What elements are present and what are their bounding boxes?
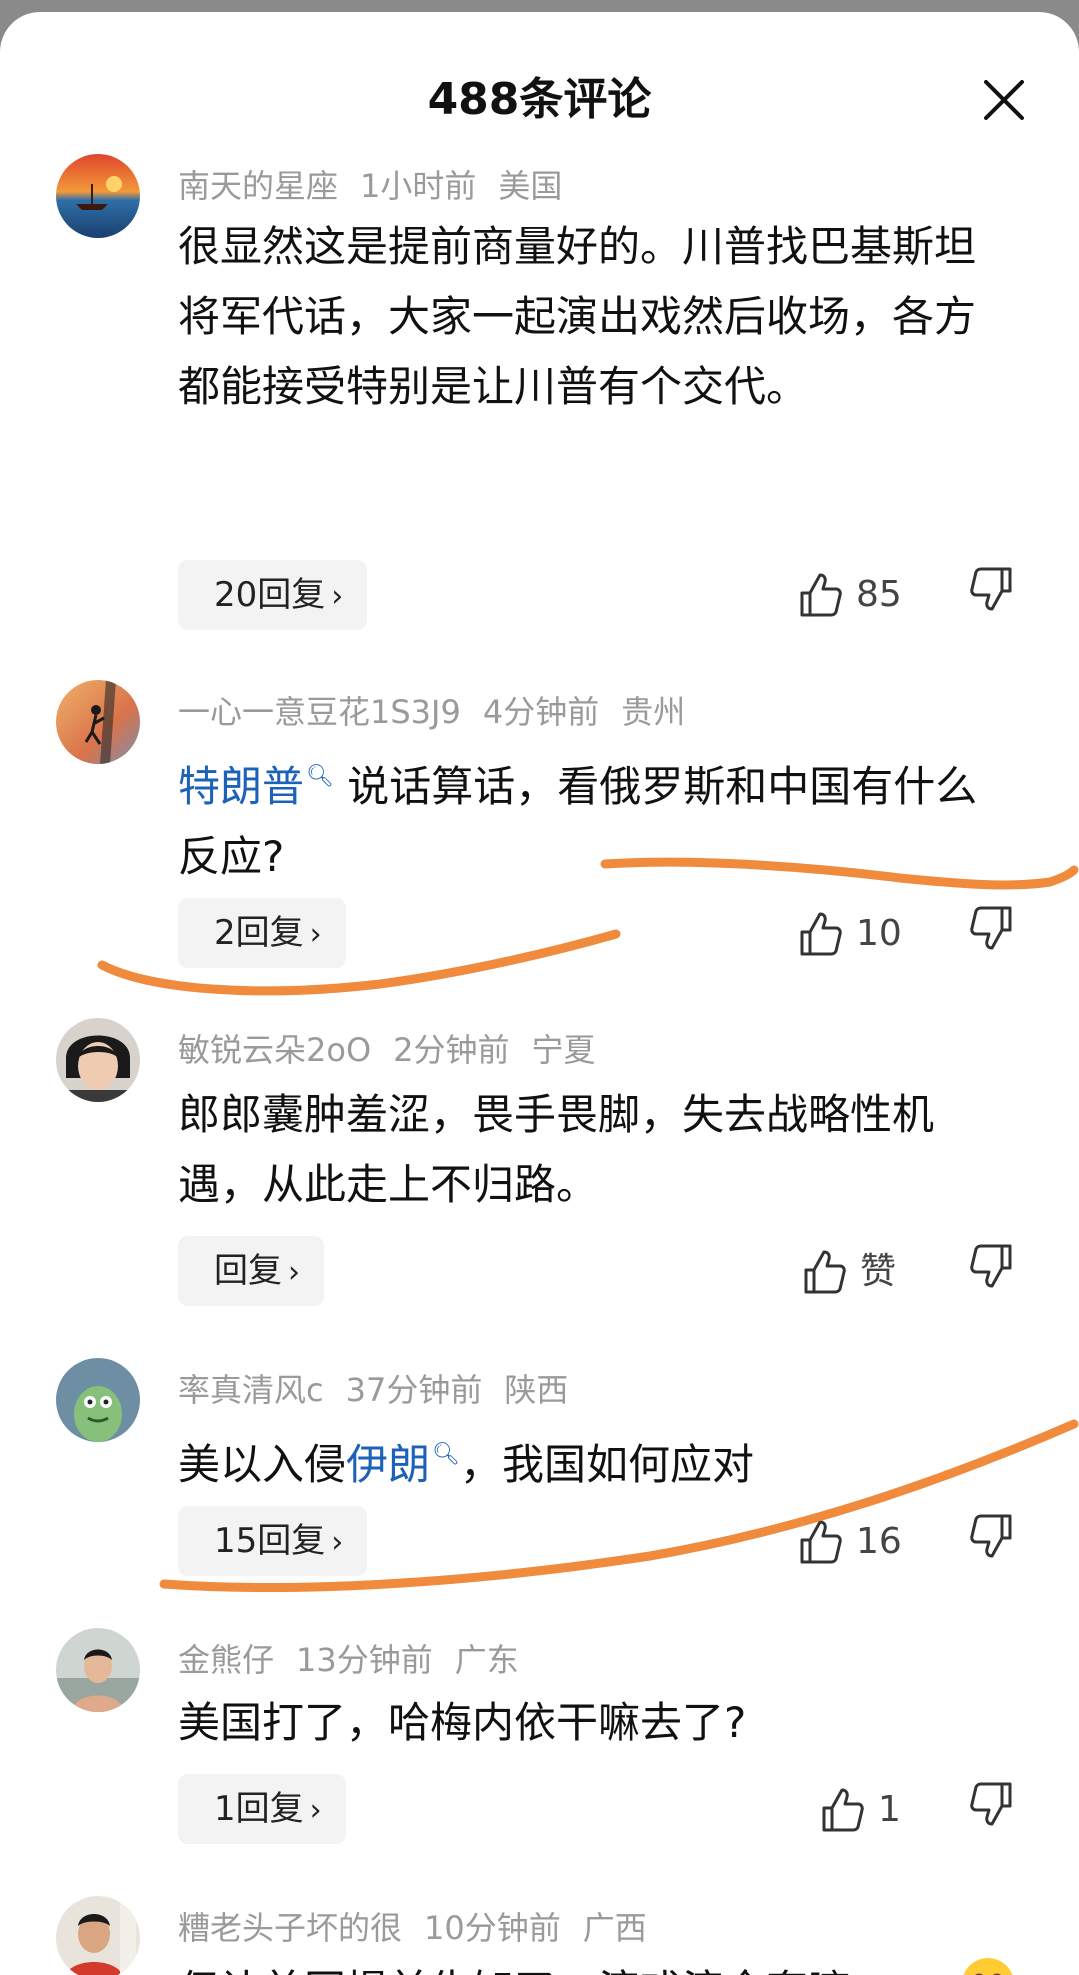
comment-text: 很显然这是提前商量好的。川普找巴基斯坦将军代话，大家一起演出戏然后收场，各方都能…: [178, 222, 977, 411]
dislike-button[interactable]: [970, 1242, 1020, 1302]
page-title: 488条评论: [427, 74, 652, 125]
comment-location: 广东: [454, 1641, 519, 1679]
thumbs-down-icon: [970, 1782, 1012, 1826]
close-icon: [984, 80, 1024, 120]
comment-location: 陕西: [504, 1371, 569, 1409]
username[interactable]: 南天的星座: [178, 167, 338, 205]
avatar[interactable]: [56, 680, 140, 764]
topic-link[interactable]: 伊朗🔍︎: [346, 1440, 460, 1489]
reply-button[interactable]: 2回复 ›: [178, 898, 346, 968]
like-count: 16: [856, 1521, 902, 1562]
comment-meta: 糟老头子坏的很 10分钟前 广西: [178, 1906, 669, 1950]
username[interactable]: 金熊仔: [178, 1641, 274, 1679]
username[interactable]: 敏锐云朵2oO: [178, 1031, 371, 1069]
like-count: 赞: [860, 1251, 897, 1292]
chevron-right-icon: ›: [331, 579, 344, 614]
comment-location: 广西: [582, 1909, 647, 1947]
comment-text: 郎郎囊肿羞涩，畏手畏脚，失去战略性机遇，从此走上不归路。: [178, 1090, 935, 1209]
comment-time: 10分钟前: [424, 1909, 561, 1947]
topic-link[interactable]: 特朗普🔍︎: [178, 762, 334, 811]
thumbs-up-icon: [804, 1250, 846, 1294]
reply-button[interactable]: 20回复 ›: [178, 560, 368, 630]
like-button[interactable]: 赞: [802, 1242, 896, 1302]
chevron-right-icon: ›: [331, 1525, 344, 1560]
comment-meta: 敏锐云朵2oO 2分钟前 宁夏: [178, 1028, 618, 1072]
comment-location: 贵州: [621, 693, 686, 731]
avatar[interactable]: [56, 1628, 140, 1712]
comment-time: 4分钟前: [482, 693, 600, 731]
like-button[interactable]: 1: [820, 1780, 901, 1840]
comment-time: 1小时前: [360, 167, 477, 205]
thumbs-down-icon: [970, 1244, 1012, 1288]
comment-sheet: 488条评论 南天的星座 1小时前 美国 很显然这是提前商量好的。川普找巴基斯坦…: [0, 12, 1079, 1975]
comment-text: 美国打了，哈梅内依干嘛去了?: [178, 1698, 747, 1747]
search-icon: 🔍︎: [306, 764, 334, 789]
dislike-button[interactable]: [970, 565, 1020, 625]
like-button[interactable]: 85: [798, 565, 902, 625]
reply-button[interactable]: 15回复 ›: [178, 1506, 368, 1576]
comment-meta: 南天的星座 1小时前 美国: [178, 164, 584, 208]
username[interactable]: 糟老头子坏的很: [178, 1909, 402, 1947]
dislike-button[interactable]: [970, 904, 1020, 964]
comment-meta: 一心一意豆花1S3J9 4分钟前 贵州: [178, 690, 707, 734]
chevron-right-icon: ›: [288, 1255, 300, 1290]
chevron-right-icon: ›: [309, 917, 322, 952]
thumbs-up-icon: [800, 912, 842, 956]
comment-text: 特朗普🔍︎ 说话算话，看俄罗斯和中国有什么反应?: [178, 762, 978, 881]
comment-text: 美以入侵伊朗🔍︎，我国如何应对: [178, 1440, 754, 1489]
chevron-right-icon: ›: [309, 1793, 322, 1828]
thumbs-up-icon: [800, 573, 842, 617]
comment-meta: 金熊仔 13分钟前 广东: [178, 1638, 541, 1682]
comment-header: 488条评论: [0, 12, 1079, 182]
laughing-emoji-icon: [963, 1958, 1013, 1975]
like-button[interactable]: 10: [798, 904, 902, 964]
username[interactable]: 一心一意豆花1S3J9: [178, 693, 461, 731]
thumbs-down-icon: [970, 567, 1012, 611]
search-icon: 🔍︎: [432, 1442, 460, 1467]
comment-time: 37分钟前: [345, 1371, 483, 1409]
like-count: 85: [856, 574, 902, 615]
close-button[interactable]: [978, 74, 1030, 126]
thumbs-up-icon: [822, 1788, 864, 1832]
comment-time: 2分钟前: [393, 1031, 510, 1069]
avatar[interactable]: [56, 1018, 140, 1102]
avatar[interactable]: [56, 1896, 140, 1975]
like-button[interactable]: 16: [798, 1512, 902, 1572]
dislike-button[interactable]: [970, 1512, 1020, 1572]
dislike-button[interactable]: [970, 1780, 1020, 1840]
comment-location: 美国: [498, 167, 563, 205]
thumbs-up-icon: [800, 1520, 842, 1564]
reply-button[interactable]: 1回复 ›: [178, 1774, 346, 1844]
like-count: 10: [856, 913, 902, 954]
username[interactable]: 率真清风c: [178, 1371, 324, 1409]
comment-location: 宁夏: [531, 1031, 596, 1069]
avatar[interactable]: [56, 1358, 140, 1442]
comment-text: 伊让美国提前告知了，演戏演全套嘛: [178, 1956, 1008, 1975]
reply-button[interactable]: 回复 ›: [178, 1236, 324, 1306]
comment-time: 13分钟前: [296, 1641, 433, 1679]
avatar[interactable]: [56, 154, 140, 238]
like-count: 1: [878, 1789, 901, 1830]
comment-meta: 率真清风c 37分钟前 陕西: [178, 1368, 590, 1412]
thumbs-down-icon: [970, 1514, 1012, 1558]
thumbs-down-icon: [970, 906, 1012, 950]
